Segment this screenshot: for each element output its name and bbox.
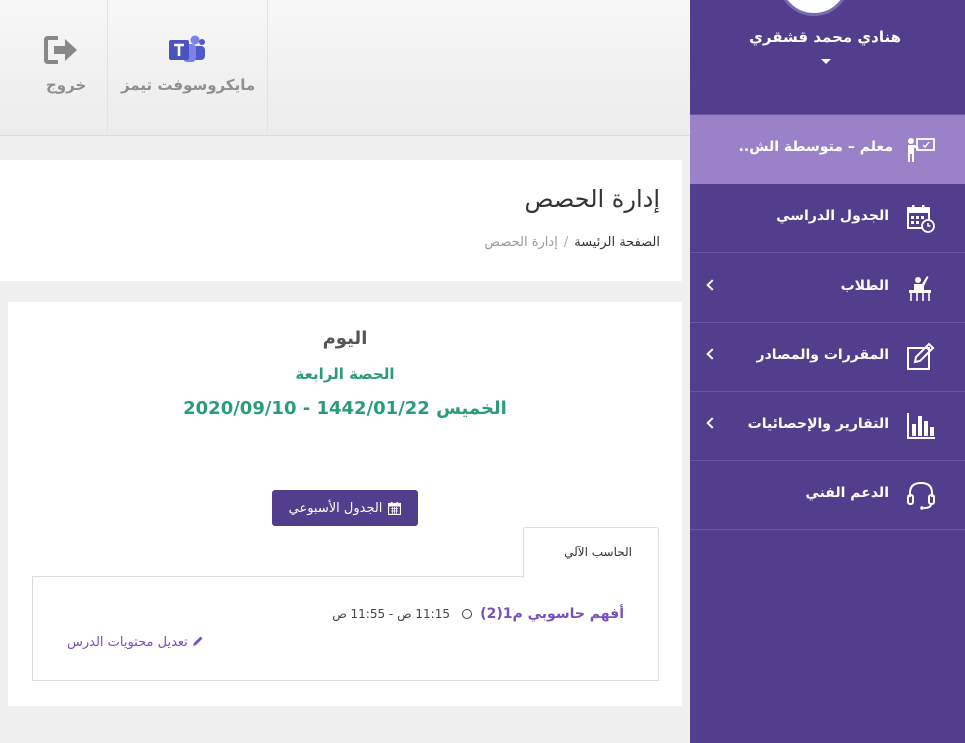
logout-label: خروج <box>46 76 87 94</box>
sidebar-item-teacher-role[interactable]: معلم – متوسطة الش.. <box>690 115 965 184</box>
bar-chart-icon <box>907 413 935 439</box>
weekly-schedule-label: الجدول الأسبوعي <box>288 500 383 516</box>
lesson-time: 11:15 ص - 11:55 ص <box>332 607 450 621</box>
user-profile: هنادي محمد قشقري <box>690 0 965 115</box>
sidebar: هنادي محمد قشقري معلم – متوسطة الش.. الج… <box>690 0 965 743</box>
logout-button[interactable]: خروج <box>0 0 108 136</box>
user-name[interactable]: هنادي محمد قشقري <box>749 28 901 46</box>
weekly-schedule-button[interactable]: الجدول الأسبوعي <box>272 490 418 526</box>
chevron-left-icon <box>706 348 718 360</box>
pencil-square-icon <box>907 342 935 370</box>
teacher-board-icon <box>908 138 935 162</box>
page-title: إدارة الحصص <box>524 185 660 213</box>
calendar-icon <box>388 501 402 515</box>
sidebar-item-reports[interactable]: التقارير والإحصائيات <box>690 392 965 461</box>
lesson-line: أفهم حاسوبي م1(2) 11:15 ص - 11:55 ص <box>332 603 624 622</box>
tab-computer-label: الحاسب الآلي <box>564 545 632 559</box>
sidebar-item-support[interactable]: الدعم الفني <box>690 461 965 530</box>
top-bar: مايكروسوفت تيمز خروج <box>0 0 690 136</box>
sidebar-item-label: الدعم الفني <box>805 485 889 501</box>
sidebar-item-schedule[interactable]: الجدول الدراسي <box>690 184 965 253</box>
avatar <box>778 0 850 16</box>
teams-icon <box>169 35 205 62</box>
date-label: الخميس 1442/01/22 - 2020/09/10 <box>183 398 507 419</box>
sidebar-item-label: المقررات والمصادر <box>756 347 889 363</box>
headset-icon <box>907 481 935 510</box>
breadcrumb-current: إدارة الحصص <box>484 235 558 250</box>
sidebar-item-label: التقارير والإحصائيات <box>747 416 889 432</box>
chevron-left-icon <box>706 417 718 429</box>
edit-lesson-link[interactable]: تعديل محتويات الدرس <box>67 635 204 650</box>
breadcrumb-separator: / <box>563 235 569 250</box>
logout-icon <box>44 36 77 64</box>
today-title: اليوم <box>322 328 368 349</box>
lesson-name-link[interactable]: أفهم حاسوبي م1(2) <box>480 606 624 622</box>
breadcrumb-home-link[interactable]: الصفحة الرئيسة <box>574 235 660 250</box>
teams-button[interactable]: مايكروسوفت تيمز <box>108 0 268 136</box>
content-card: اليوم الحصة الرابعة الخميس 1442/01/22 - … <box>8 302 682 706</box>
period-label: الحصة الرابعة <box>295 365 395 383</box>
sidebar-item-label: الطلاب <box>840 278 889 294</box>
tab-computer[interactable]: الحاسب الآلي <box>523 527 659 578</box>
sidebar-item-label: الجدول الدراسي <box>776 208 889 224</box>
chevron-down-icon[interactable] <box>821 59 831 64</box>
breadcrumb: الصفحة الرئيسة / إدارة الحصص <box>484 235 660 250</box>
edit-lesson-label: تعديل محتويات الدرس <box>67 635 188 650</box>
sidebar-item-students[interactable]: الطلاب <box>690 254 965 323</box>
sidebar-item-label: معلم – متوسطة الش.. <box>738 139 893 155</box>
chevron-left-icon <box>706 279 718 291</box>
pencil-icon <box>192 636 203 646</box>
lesson-panel: أفهم حاسوبي م1(2) 11:15 ص - 11:55 ص تعدي… <box>32 576 659 681</box>
sidebar-item-courses[interactable]: المقررات والمصادر <box>690 323 965 392</box>
students-icon <box>909 276 931 301</box>
calendar-clock-icon <box>907 205 935 233</box>
clock-icon <box>462 609 473 619</box>
page-header: إدارة الحصص الصفحة الرئيسة / إدارة الحصص <box>0 160 682 281</box>
teams-label: مايكروسوفت تيمز <box>121 76 256 94</box>
